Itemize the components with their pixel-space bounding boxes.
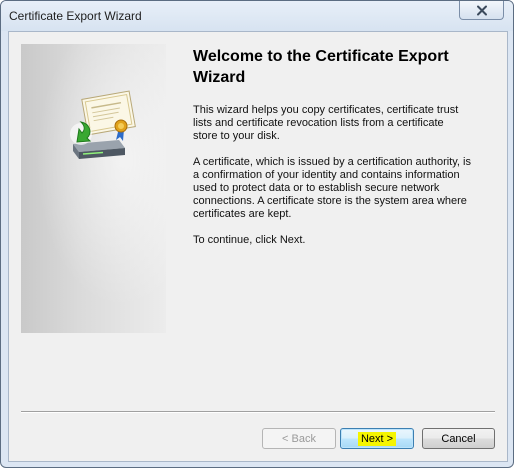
- window-title: Certificate Export Wizard: [9, 9, 142, 23]
- close-button[interactable]: [459, 1, 504, 20]
- page-title: Welcome to the Certificate Export Wizard: [193, 48, 449, 86]
- instruction-paragraph: To continue, click Next.: [193, 234, 306, 246]
- certificate-export-icon: [63, 88, 143, 168]
- wizard-client-area: Welcome to the Certificate Export Wizard…: [8, 31, 508, 462]
- description-paragraph: This wizard helps you copy certificates,…: [193, 104, 459, 142]
- button-divider: [21, 411, 495, 413]
- wizard-banner: [21, 44, 166, 333]
- back-button[interactable]: < Back: [262, 428, 336, 449]
- wizard-content: Welcome to the Certificate Export Wizard…: [193, 46, 493, 260]
- next-button[interactable]: Next >: [340, 428, 414, 449]
- cancel-button[interactable]: Cancel: [422, 428, 495, 449]
- title-bar[interactable]: Certificate Export Wizard: [1, 1, 513, 31]
- next-button-label: Next >: [357, 431, 397, 446]
- certificate-export-wizard-window: Certificate Export Wizard Welcome to the…: [0, 0, 514, 468]
- certificate-info-paragraph: A certificate, which is issued by a cert…: [193, 156, 471, 220]
- close-icon: [476, 5, 488, 16]
